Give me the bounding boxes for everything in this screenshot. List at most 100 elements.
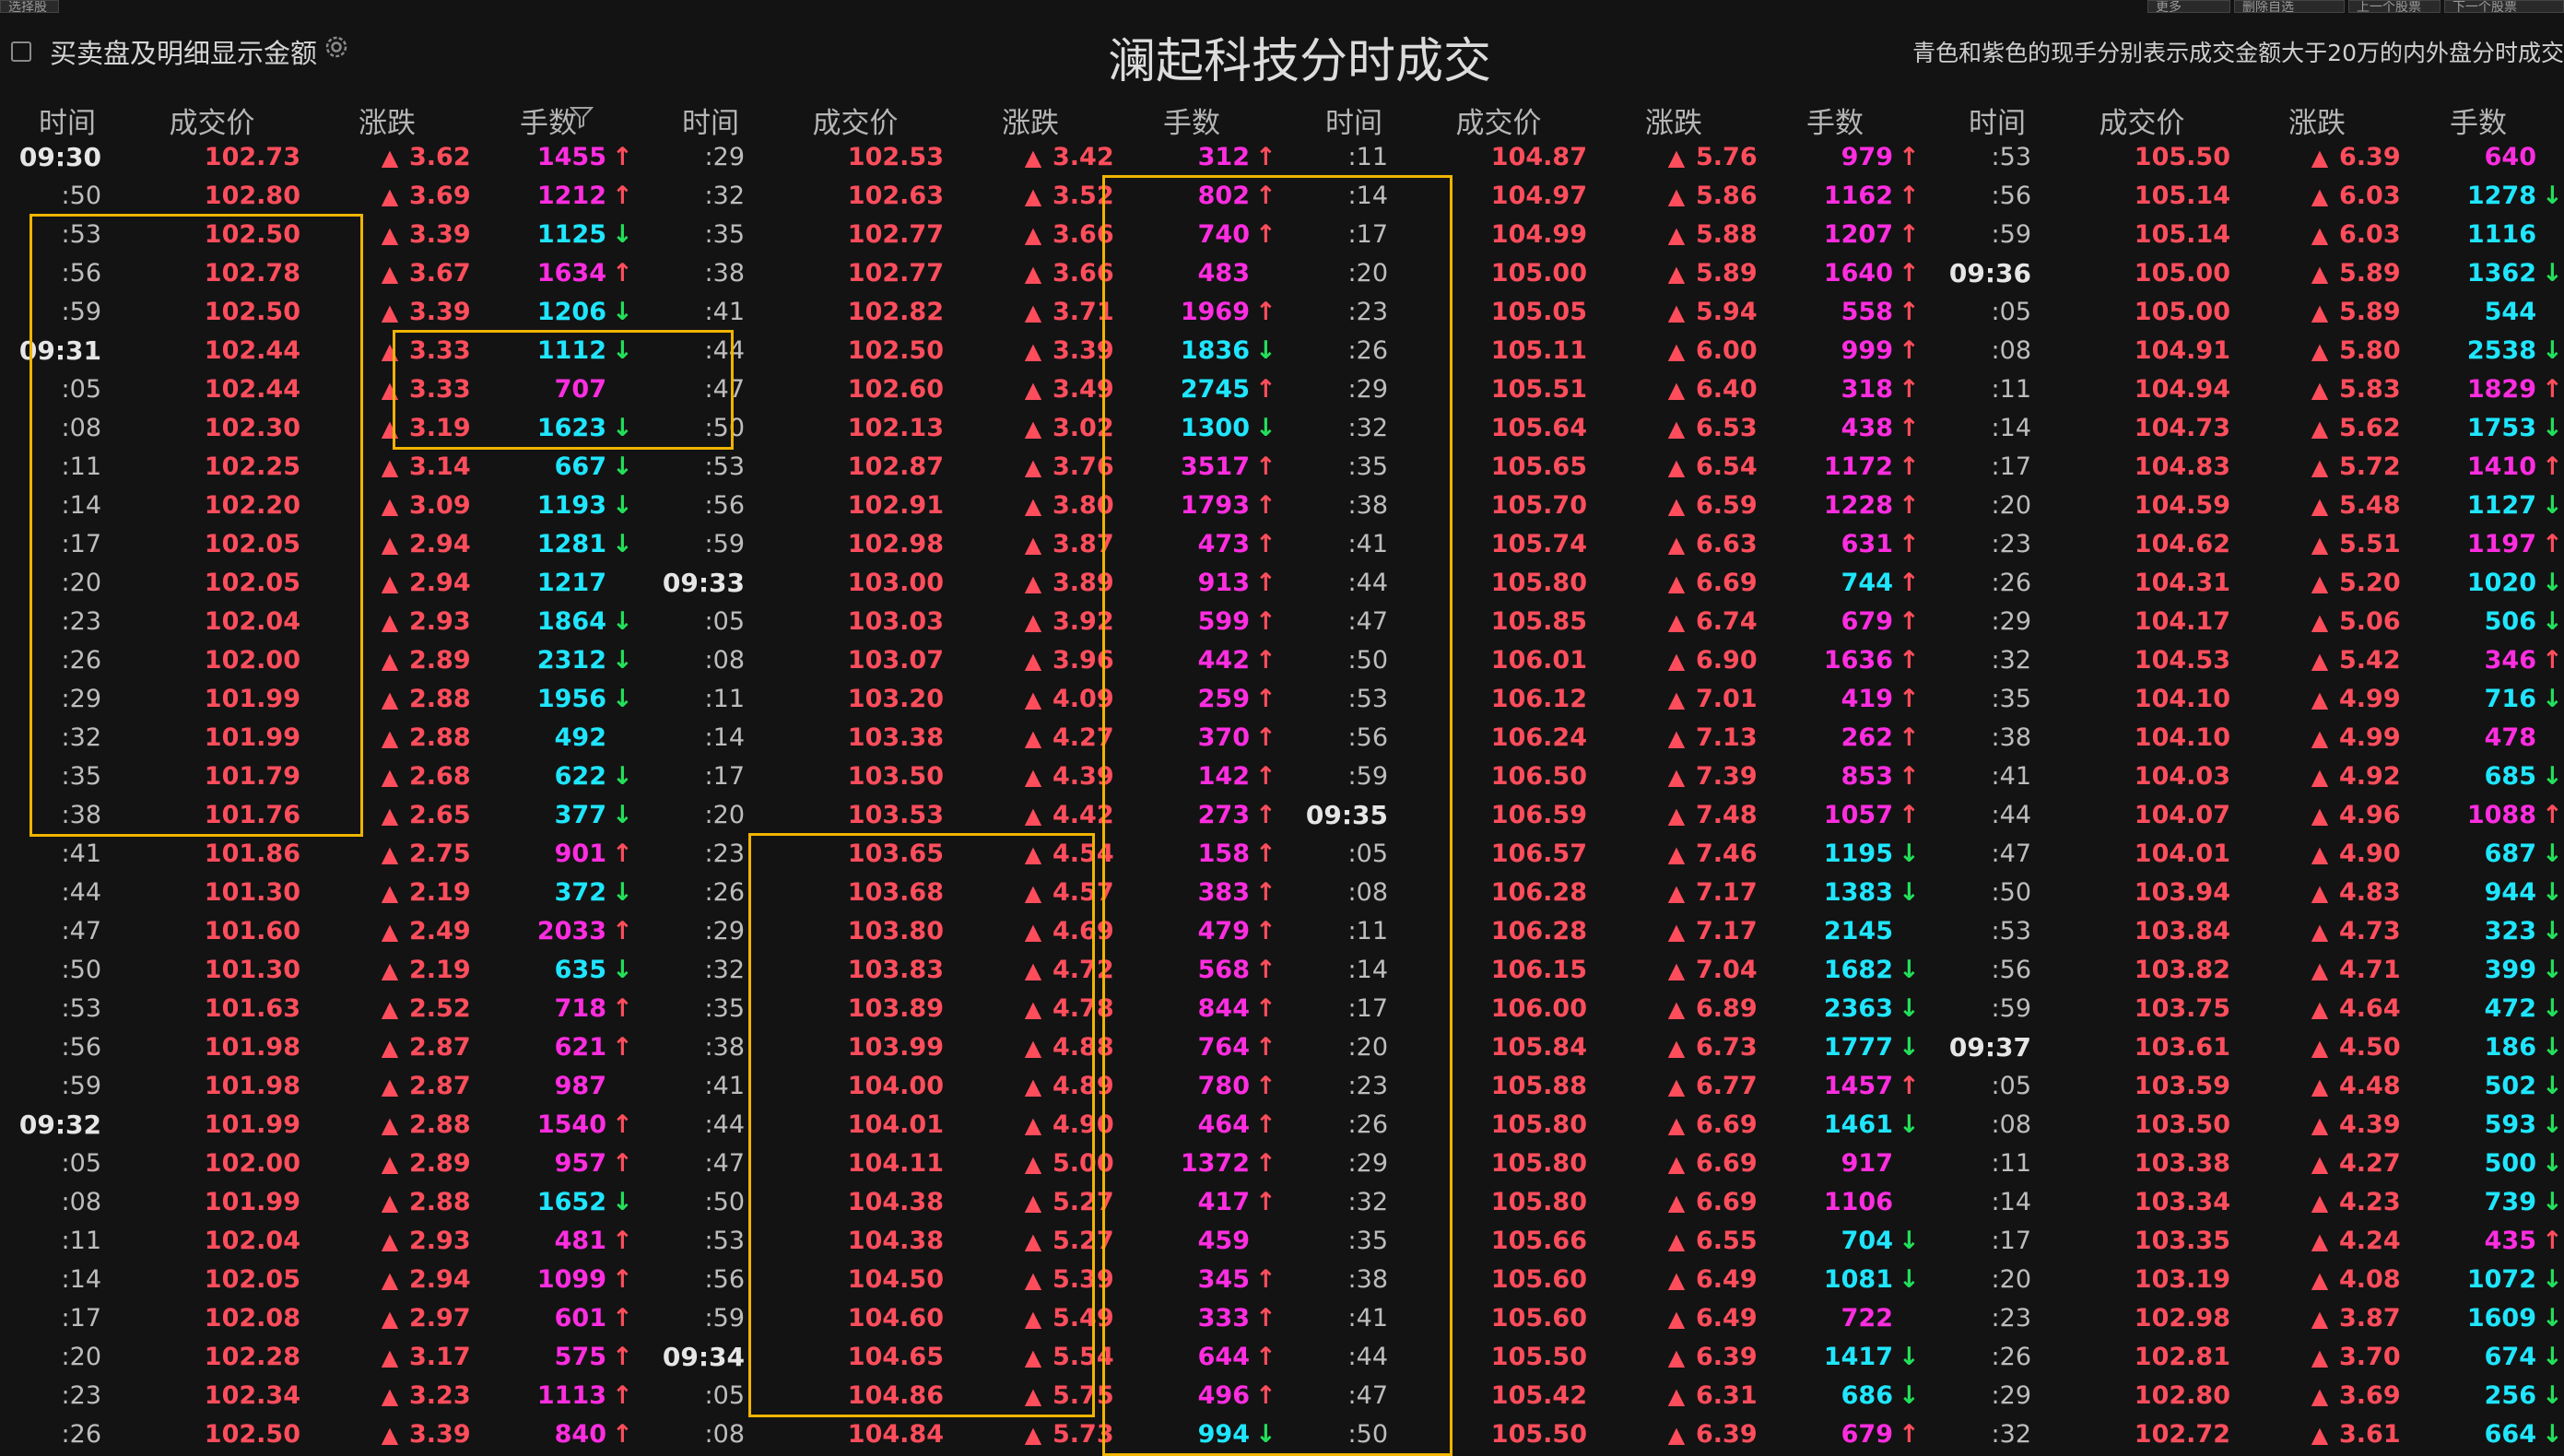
- trade-row[interactable]: :59 101.98 ▲ 2.87 987: [0, 1067, 643, 1106]
- remove-watchlist-button[interactable]: 删除自选: [2234, 0, 2345, 13]
- trade-row[interactable]: :59 104.60 ▲ 5.49 333 ↑: [643, 1299, 1287, 1338]
- trade-row[interactable]: :11 106.28 ▲ 7.17 2145: [1287, 912, 1930, 951]
- trade-row[interactable]: :44 105.80 ▲ 6.69 744 ↑: [1287, 564, 1930, 603]
- trade-row[interactable]: :17 104.83 ▲ 5.72 1410 ↑: [1930, 448, 2564, 487]
- trade-row[interactable]: :56 102.91 ▲ 3.80 1793 ↑: [643, 487, 1287, 525]
- trade-row[interactable]: :05 103.03 ▲ 3.92 599 ↑: [643, 603, 1287, 641]
- trade-row[interactable]: :08 101.99 ▲ 2.88 1652 ↓: [0, 1183, 643, 1222]
- trade-row[interactable]: :08 104.91 ▲ 5.80 2538 ↓: [1930, 332, 2564, 370]
- trade-row[interactable]: :29 101.99 ▲ 2.88 1956 ↓: [0, 680, 643, 719]
- trade-row[interactable]: :08 104.84 ▲ 5.73 994 ↓: [643, 1415, 1287, 1454]
- trade-row[interactable]: :53 101.63 ▲ 2.52 718 ↑: [0, 990, 643, 1028]
- trade-row[interactable]: :35 104.10 ▲ 4.99 716 ↓: [1930, 680, 2564, 719]
- trade-row[interactable]: :35 101.79 ▲ 2.68 622 ↓: [0, 757, 643, 796]
- volume-column-header[interactable]: 手数: [479, 100, 617, 141]
- time-column-header[interactable]: 时间: [1937, 100, 2057, 141]
- trade-row[interactable]: :20 102.05 ▲ 2.94 1217: [0, 564, 643, 603]
- price-column-header[interactable]: 成交价: [782, 100, 929, 141]
- trade-row[interactable]: :05 105.00 ▲ 5.89 544: [1930, 293, 2564, 332]
- trade-row[interactable]: :20 103.53 ▲ 4.42 273 ↑: [643, 796, 1287, 835]
- trade-row[interactable]: :53 104.38 ▲ 5.27 459: [643, 1222, 1287, 1261]
- trade-row[interactable]: :29 103.80 ▲ 4.69 479 ↑: [643, 912, 1287, 951]
- trade-row[interactable]: :11 103.20 ▲ 4.09 259 ↑: [643, 680, 1287, 719]
- trade-row[interactable]: :59 106.50 ▲ 7.39 853 ↑: [1287, 757, 1930, 796]
- trade-row[interactable]: :23 105.88 ▲ 6.77 1457 ↑: [1287, 1067, 1930, 1106]
- change-column-header[interactable]: 涨跌: [947, 100, 1113, 141]
- trade-row[interactable]: :41 104.03 ▲ 4.92 685 ↓: [1930, 757, 2564, 796]
- trade-row[interactable]: :41 102.82 ▲ 3.71 1969 ↑: [643, 293, 1287, 332]
- trade-row[interactable]: :14 104.73 ▲ 5.62 1753 ↓: [1930, 409, 2564, 448]
- trade-row[interactable]: :32 103.83 ▲ 4.72 568 ↑: [643, 951, 1287, 990]
- trade-row[interactable]: :38 105.60 ▲ 6.49 1081 ↓: [1287, 1261, 1930, 1299]
- trade-row[interactable]: :53 103.84 ▲ 4.73 323 ↓: [1930, 912, 2564, 951]
- trade-row[interactable]: :41 104.00 ▲ 4.89 780 ↑: [643, 1067, 1287, 1106]
- more-button[interactable]: 更多: [2147, 0, 2230, 13]
- trade-row[interactable]: :23 105.05 ▲ 5.94 558 ↑: [1287, 293, 1930, 332]
- trade-row[interactable]: :44 104.01 ▲ 4.90 464 ↑: [643, 1106, 1287, 1145]
- trade-row[interactable]: :44 105.50 ▲ 6.39 1417 ↓: [1287, 1338, 1930, 1377]
- trade-row[interactable]: :14 104.97 ▲ 5.86 1162 ↑: [1287, 177, 1930, 216]
- trade-row[interactable]: 09:30 102.73 ▲ 3.62 1455 ↑: [0, 138, 643, 177]
- trade-row[interactable]: :50 103.94 ▲ 4.83 944 ↓: [1930, 874, 2564, 912]
- trade-row[interactable]: :35 105.66 ▲ 6.55 704 ↓: [1287, 1222, 1930, 1261]
- volume-column-header[interactable]: 手数: [1123, 100, 1261, 141]
- trade-row[interactable]: :38 102.77 ▲ 3.66 483: [643, 254, 1287, 293]
- change-column-header[interactable]: 涨跌: [2234, 100, 2400, 141]
- trade-row[interactable]: :26 102.00 ▲ 2.89 2312 ↓: [0, 641, 643, 680]
- trade-row[interactable]: :26 102.50 ▲ 3.39 840 ↑: [0, 1415, 643, 1454]
- trade-row[interactable]: :35 105.65 ▲ 6.54 1172 ↑: [1287, 448, 1930, 487]
- trade-row[interactable]: :14 106.15 ▲ 7.04 1682 ↓: [1287, 951, 1930, 990]
- trade-row[interactable]: :32 105.64 ▲ 6.53 438 ↑: [1287, 409, 1930, 448]
- trade-row[interactable]: :32 104.53 ▲ 5.42 346 ↑: [1930, 641, 2564, 680]
- trade-row[interactable]: :14 102.05 ▲ 2.94 1099 ↑: [0, 1261, 643, 1299]
- trade-row[interactable]: :08 102.30 ▲ 3.19 1623 ↓: [0, 409, 643, 448]
- trade-row[interactable]: :59 103.75 ▲ 4.64 472 ↓: [1930, 990, 2564, 1028]
- trade-row[interactable]: :47 105.85 ▲ 6.74 679 ↑: [1287, 603, 1930, 641]
- trade-row[interactable]: :29 105.80 ▲ 6.69 917: [1287, 1145, 1930, 1183]
- trade-row[interactable]: 09:31 102.44 ▲ 3.33 1112 ↓: [0, 332, 643, 370]
- trade-row[interactable]: :26 103.68 ▲ 4.57 383 ↑: [643, 874, 1287, 912]
- trade-row[interactable]: :38 103.99 ▲ 4.88 764 ↑: [643, 1028, 1287, 1067]
- trade-row[interactable]: :11 103.38 ▲ 4.27 500 ↓: [1930, 1145, 2564, 1183]
- trade-row[interactable]: :59 102.50 ▲ 3.39 1206 ↓: [0, 293, 643, 332]
- trade-row[interactable]: :53 105.50 ▲ 6.39 640: [1930, 138, 2564, 177]
- select-stock-button[interactable]: 选择股票: [0, 0, 59, 13]
- trade-row[interactable]: :26 105.80 ▲ 6.69 1461 ↓: [1287, 1106, 1930, 1145]
- change-column-header[interactable]: 涨跌: [304, 100, 470, 141]
- trade-row[interactable]: :50 102.80 ▲ 3.69 1212 ↑: [0, 177, 643, 216]
- filter-icon[interactable]: [570, 105, 594, 129]
- trade-row[interactable]: :14 103.34 ▲ 4.23 739 ↓: [1930, 1183, 2564, 1222]
- trade-row[interactable]: :41 105.60 ▲ 6.49 722: [1287, 1299, 1930, 1338]
- trade-row[interactable]: :38 101.76 ▲ 2.65 377 ↓: [0, 796, 643, 835]
- trade-row[interactable]: :23 102.04 ▲ 2.93 1864 ↓: [0, 603, 643, 641]
- trade-row[interactable]: :29 102.80 ▲ 3.69 256 ↓: [1930, 1377, 2564, 1415]
- trade-row[interactable]: :32 102.72 ▲ 3.61 664 ↓: [1930, 1415, 2564, 1454]
- trade-row[interactable]: :23 104.62 ▲ 5.51 1197 ↑: [1930, 525, 2564, 564]
- trade-row[interactable]: :08 103.50 ▲ 4.39 593 ↓: [1930, 1106, 2564, 1145]
- trade-row[interactable]: :17 103.50 ▲ 4.39 142 ↑: [643, 757, 1287, 796]
- trade-row[interactable]: :26 105.11 ▲ 6.00 999 ↑: [1287, 332, 1930, 370]
- trade-row[interactable]: :26 104.31 ▲ 5.20 1020 ↓: [1930, 564, 2564, 603]
- trade-row[interactable]: :44 101.30 ▲ 2.19 372 ↓: [0, 874, 643, 912]
- trade-row[interactable]: :11 104.87 ▲ 5.76 979 ↑: [1287, 138, 1930, 177]
- trade-row[interactable]: :29 105.51 ▲ 6.40 318 ↑: [1287, 370, 1930, 409]
- trade-row[interactable]: :41 105.74 ▲ 6.63 631 ↑: [1287, 525, 1930, 564]
- volume-column-header[interactable]: 手数: [1766, 100, 1904, 141]
- trade-row[interactable]: :29 104.17 ▲ 5.06 506 ↓: [1930, 603, 2564, 641]
- trade-row[interactable]: :11 102.25 ▲ 3.14 667 ↓: [0, 448, 643, 487]
- trade-row[interactable]: :44 102.50 ▲ 3.39 1836 ↓: [643, 332, 1287, 370]
- price-column-header[interactable]: 成交价: [138, 100, 286, 141]
- trade-row[interactable]: :05 102.00 ▲ 2.89 957 ↑: [0, 1145, 643, 1183]
- prev-stock-button[interactable]: 上一个股票: [2348, 0, 2441, 13]
- trade-row[interactable]: 09:36 105.00 ▲ 5.89 1362 ↓: [1930, 254, 2564, 293]
- trade-row[interactable]: :32 101.99 ▲ 2.88 492: [0, 719, 643, 757]
- trade-row[interactable]: :23 102.34 ▲ 3.23 1113 ↑: [0, 1377, 643, 1415]
- trade-row[interactable]: 09:37 103.61 ▲ 4.50 186 ↓: [1930, 1028, 2564, 1067]
- trade-row[interactable]: :38 105.70 ▲ 6.59 1228 ↑: [1287, 487, 1930, 525]
- next-stock-button[interactable]: 下一个股票: [2444, 0, 2564, 13]
- trade-row[interactable]: :47 104.11 ▲ 5.00 1372 ↑: [643, 1145, 1287, 1183]
- trade-row[interactable]: :56 106.24 ▲ 7.13 262 ↑: [1287, 719, 1930, 757]
- trade-row[interactable]: :56 105.14 ▲ 6.03 1278 ↓: [1930, 177, 2564, 216]
- trade-row[interactable]: :05 104.86 ▲ 5.75 496 ↑: [643, 1377, 1287, 1415]
- trade-row[interactable]: :20 104.59 ▲ 5.48 1127 ↓: [1930, 487, 2564, 525]
